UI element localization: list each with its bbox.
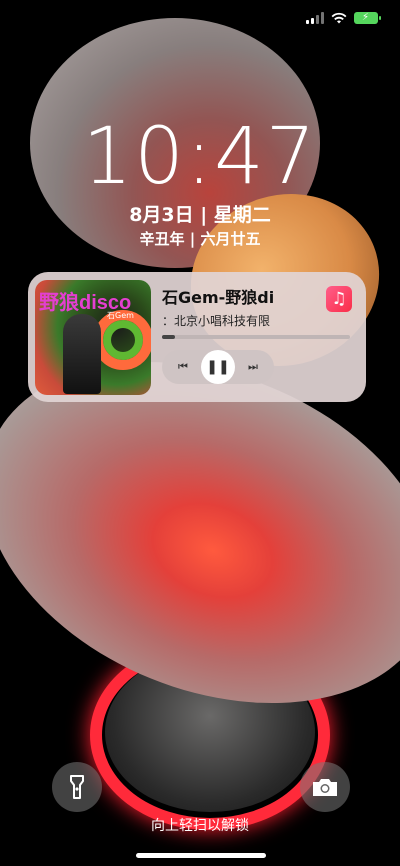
status-bar: ⚡ xyxy=(306,10,381,26)
pause-button[interactable]: ❚❚ xyxy=(201,350,235,384)
lock-date: 8月3日 | 星期二 xyxy=(129,204,271,226)
music-app-icon[interactable]: ♫ xyxy=(326,286,352,312)
cover-person xyxy=(63,314,101,394)
lunar-date: 辛丑年 | 六月廿五 xyxy=(139,230,261,248)
cellular-signal-icon xyxy=(306,12,324,24)
song-title: 石Gem-野狼di xyxy=(162,288,275,307)
home-indicator[interactable] xyxy=(136,853,266,858)
charging-bolt-icon: ⚡ xyxy=(362,12,370,23)
flashlight-icon xyxy=(70,775,84,799)
playback-progress-bar[interactable] xyxy=(162,335,350,339)
swipe-to-unlock-hint: 向上轻扫以解锁 xyxy=(151,818,249,834)
lock-clock: 10:47 xyxy=(82,112,318,202)
wifi-icon xyxy=(331,12,347,24)
previous-track-button[interactable]: ⏮ xyxy=(174,358,192,376)
flashlight-button[interactable] xyxy=(52,762,102,812)
camera-icon xyxy=(313,779,337,796)
song-artist: ：北京小唱科技有限 xyxy=(162,314,271,328)
next-track-button[interactable]: ⏭ xyxy=(244,358,262,376)
album-cover[interactable]: 野狼disco 石Gem xyxy=(35,280,151,395)
playback-controls: ⏮ ❚❚ ⏭ xyxy=(162,350,274,384)
battery-icon: ⚡ xyxy=(354,12,381,24)
now-playing-widget[interactable]: 野狼disco 石Gem 石Gem-野狼di ：北京小唱科技有限 ♫ ⏮ ❚❚ … xyxy=(28,272,366,402)
playback-progress-fill xyxy=(162,335,176,339)
camera-button[interactable] xyxy=(300,762,350,812)
cover-album-subtitle: 石Gem xyxy=(107,311,134,320)
